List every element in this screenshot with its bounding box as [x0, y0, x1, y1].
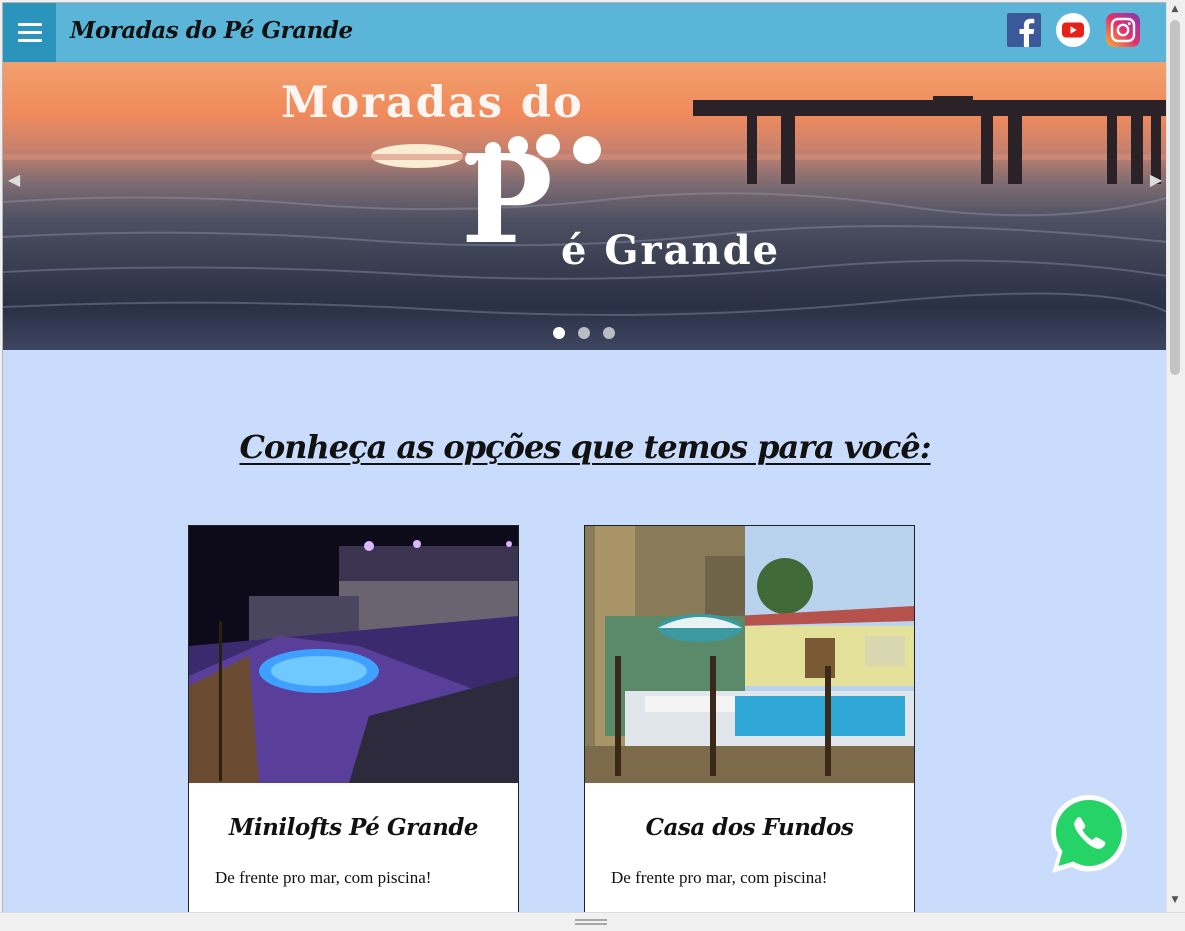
card-title[interactable]: Minilofts Pé Grande [189, 814, 518, 841]
hamburger-menu-icon[interactable] [3, 3, 56, 62]
instagram-icon[interactable] [1106, 13, 1140, 47]
accommodation-card-minilofts[interactable]: Minilofts Pé Grande De frente pro mar, c… [188, 525, 519, 912]
accommodation-card-casa-dos-fundos[interactable]: Casa dos Fundos De frente pro mar, com p… [584, 525, 915, 912]
prev-slide-arrow-icon[interactable]: ◀ [7, 170, 21, 190]
card-photo-casa-dos-fundos[interactable] [585, 526, 914, 783]
scrollbar-thumb[interactable] [1170, 20, 1180, 375]
hero-logo-line2: é Grande [561, 227, 781, 274]
slider-dots [553, 327, 615, 339]
vertical-scrollbar[interactable]: ▲ ▼ [1166, 2, 1183, 912]
hero-image [3, 96, 1166, 316]
page-viewport: Moradas do Pé Grande Moradas do P é Gran… [2, 2, 1166, 912]
hero-logo-big-letter: P [461, 127, 553, 271]
slider-dot-3[interactable] [603, 327, 615, 339]
scroll-down-arrow-icon[interactable]: ▼ [1170, 895, 1180, 905]
facebook-icon[interactable] [1007, 13, 1041, 47]
slider-dot-2[interactable] [578, 327, 590, 339]
hero-slider: Moradas do P é Grande ◀ ▶ [3, 62, 1166, 350]
card-photo-minilofts[interactable] [189, 526, 518, 783]
site-title[interactable]: Moradas do Pé Grande [70, 17, 353, 44]
top-navigation-bar: Moradas do Pé Grande [3, 3, 1166, 62]
section-heading: Conheça as opções que temos para você: [239, 428, 931, 466]
card-description: De frente pro mar, com piscina! [611, 868, 828, 887]
card-title[interactable]: Casa dos Fundos [585, 814, 914, 841]
whatsapp-icon[interactable] [1046, 791, 1132, 877]
scroll-up-arrow-icon[interactable]: ▲ [1170, 4, 1180, 14]
resize-grip-icon[interactable] [575, 919, 607, 925]
next-slide-arrow-icon[interactable]: ▶ [1149, 170, 1163, 190]
youtube-icon[interactable] [1056, 13, 1090, 47]
card-description: De frente pro mar, com piscina! [215, 868, 432, 887]
bottom-resize-bar [0, 912, 1185, 931]
hero-logo-line1: Moradas do [281, 78, 584, 128]
slider-dot-1[interactable] [553, 327, 565, 339]
